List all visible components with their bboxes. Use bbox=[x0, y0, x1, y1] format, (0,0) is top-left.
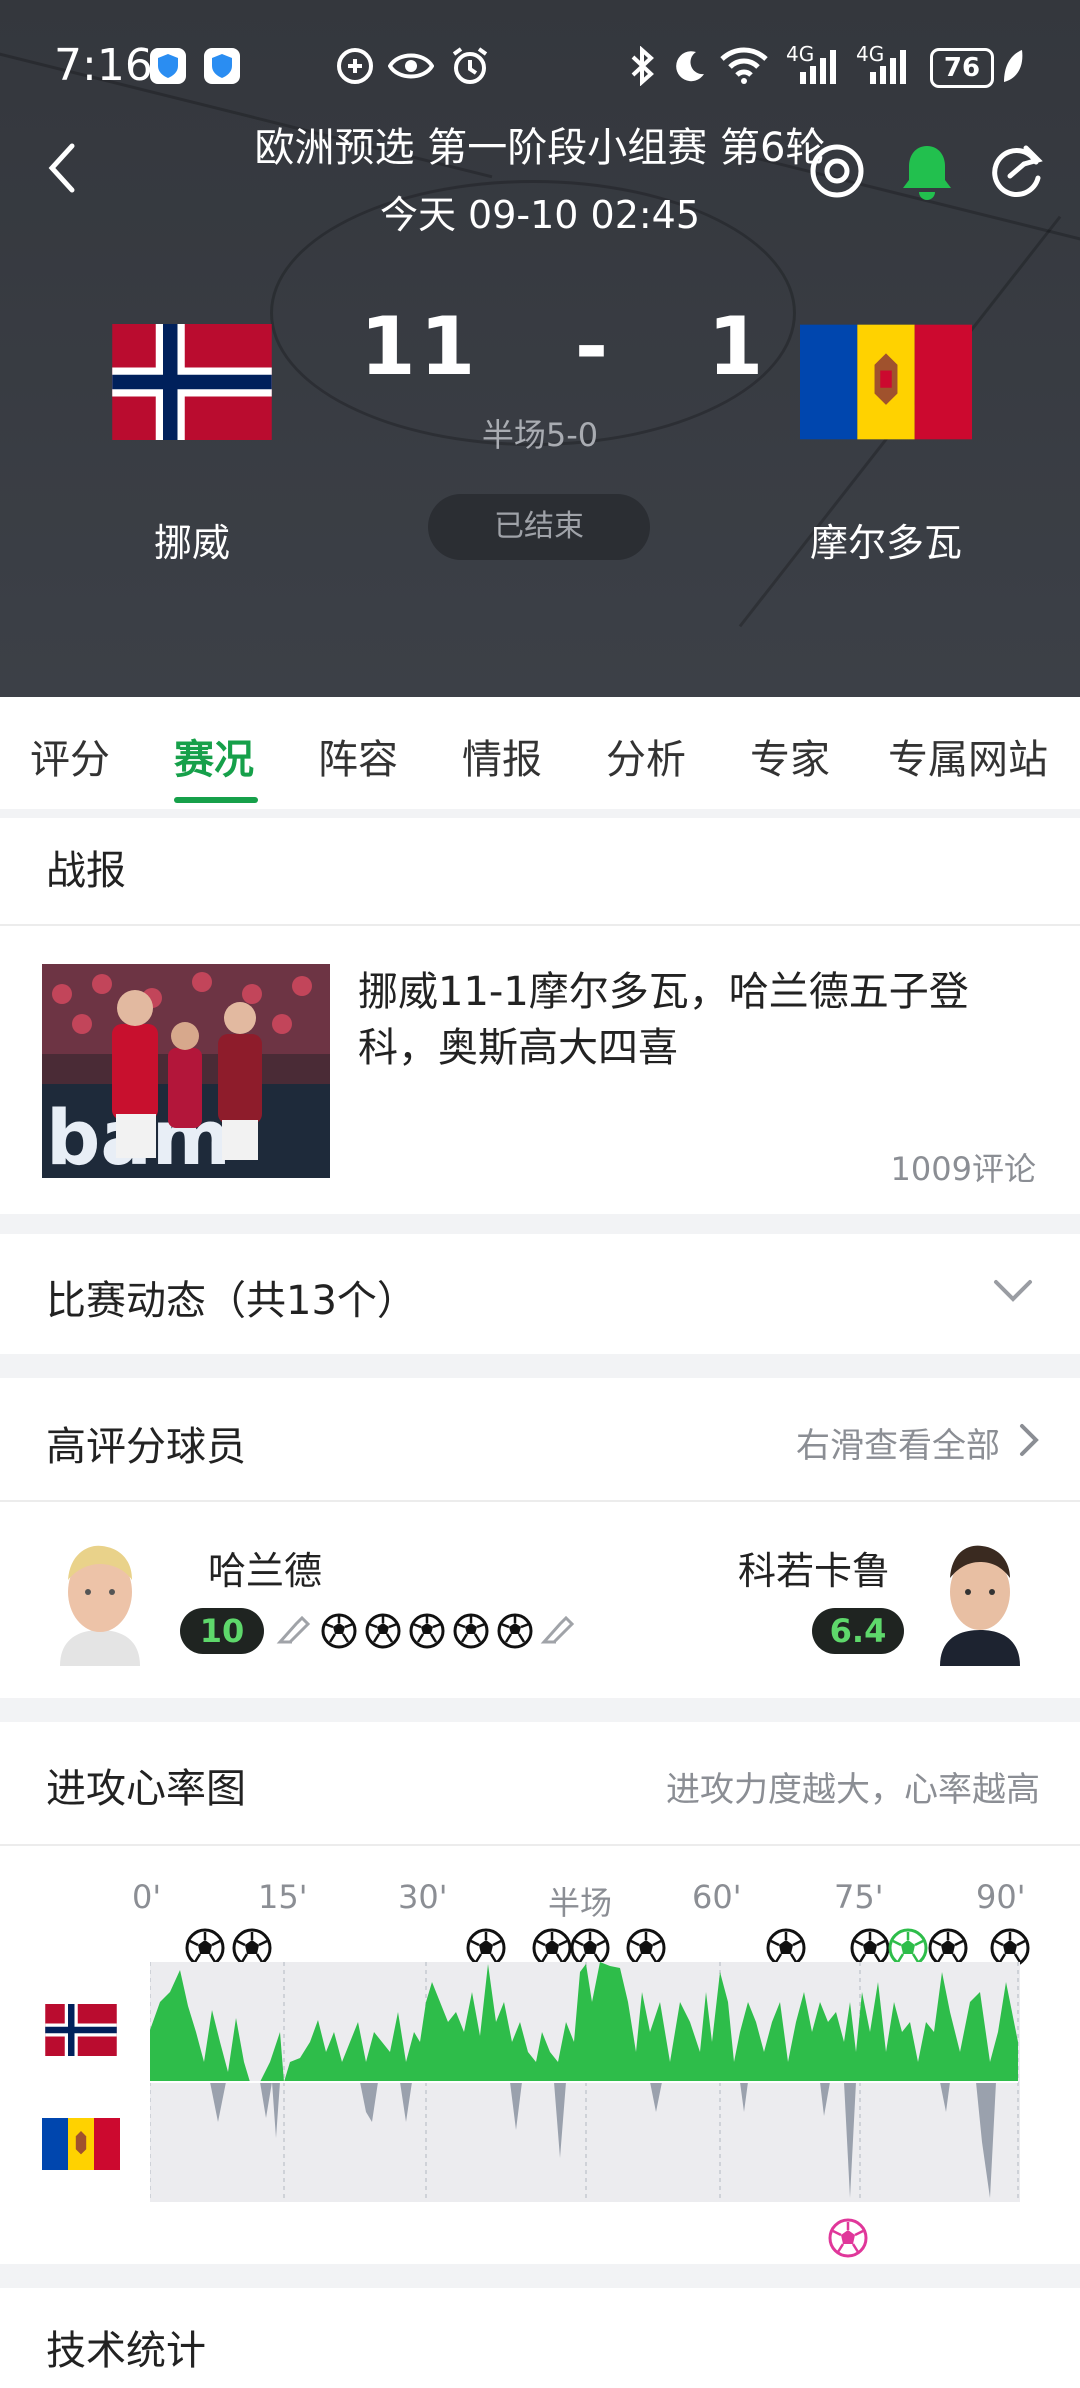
battery-icon: 76 bbox=[930, 48, 994, 88]
eye-icon bbox=[388, 46, 434, 86]
bluetooth-icon bbox=[630, 46, 656, 86]
comment-count[interactable]: 1009评论 bbox=[891, 1144, 1036, 1190]
home-player-name[interactable]: 哈兰德 bbox=[208, 1540, 322, 1595]
match-status-badge: 已结束 bbox=[428, 494, 650, 560]
top-players-card: 高评分球员 右滑查看全部 哈兰德 10 科若卡鲁 6.4 bbox=[0, 1378, 1080, 1698]
away-goal-marker bbox=[828, 2218, 868, 2258]
target-icon bbox=[810, 144, 864, 198]
away-player-avatar[interactable] bbox=[930, 1534, 1030, 1666]
minute-label: 30' bbox=[398, 1878, 448, 1916]
match-report-card: 战报 bam 挪威11-1摩尔多瓦，哈兰德五子登 科，奥斯高大四喜 1009评论 bbox=[0, 818, 1080, 1214]
chevron-right-icon bbox=[1018, 1422, 1040, 1462]
report-headline[interactable]: 挪威11-1摩尔多瓦，哈兰德五子登 科，奥斯高大四喜 bbox=[358, 964, 969, 1076]
active-tab-indicator bbox=[174, 797, 258, 803]
tab-lineup[interactable]: 阵容 bbox=[318, 727, 398, 785]
stats-card: 技术统计 bbox=[0, 2288, 1080, 2388]
minute-label: 15' bbox=[258, 1878, 308, 1916]
home-player-avatar[interactable] bbox=[50, 1534, 150, 1666]
minute-label: 60' bbox=[692, 1878, 742, 1916]
refresh-button[interactable] bbox=[986, 140, 1048, 202]
away-player-rating: 6.4 bbox=[812, 1608, 904, 1654]
tab-intel[interactable]: 情报 bbox=[462, 727, 542, 785]
match-events-toggle[interactable]: 比赛动态（共13个） bbox=[0, 1234, 1080, 1354]
home-team-name[interactable]: 挪威 bbox=[52, 512, 332, 567]
away-player-name[interactable]: 科若卡鲁 bbox=[738, 1540, 890, 1595]
bell-icon bbox=[903, 146, 951, 200]
wifi-icon bbox=[720, 46, 768, 86]
shield-icon bbox=[150, 46, 186, 86]
momentum-card: 进攻心率图 进攻力度越大，心率越高 0' 15' 30' 半场 60' 75' … bbox=[0, 1722, 1080, 2264]
tab-rating[interactable]: 评分 bbox=[30, 727, 110, 785]
boot-icon bbox=[276, 1615, 311, 1644]
divider bbox=[0, 924, 1080, 926]
stats-title: 技术统计 bbox=[46, 2328, 206, 2374]
home-flag-small bbox=[42, 2004, 120, 2056]
away-team-name[interactable]: 摩尔多瓦 bbox=[746, 512, 1026, 567]
goal-ball-icon bbox=[365, 1613, 401, 1649]
minute-label: 75' bbox=[834, 1878, 884, 1916]
momentum-hint: 进攻力度越大，心率越高 bbox=[666, 1770, 1040, 1810]
shield-icon bbox=[204, 46, 240, 86]
live-camera-button[interactable] bbox=[806, 140, 868, 202]
leaf-icon bbox=[1000, 46, 1026, 86]
status-time: 7:16 bbox=[54, 40, 153, 91]
match-header: 7:16 4G 4G 76 欧洲预选 第一阶段小组赛 第6轮 今天 09-10 … bbox=[0, 0, 1080, 697]
goal-ball-icon bbox=[321, 1613, 357, 1649]
match-events-title: 比赛动态（共13个） bbox=[46, 1278, 417, 1324]
vpn-icon bbox=[336, 46, 374, 86]
signal-icon: 4G bbox=[786, 42, 842, 86]
home-player-rating: 10 bbox=[180, 1608, 264, 1654]
top-players-title: 高评分球员 bbox=[46, 1424, 246, 1470]
tab-analysis[interactable]: 分析 bbox=[606, 727, 686, 785]
refresh-icon bbox=[992, 145, 1043, 197]
home-team-flag[interactable] bbox=[106, 324, 278, 440]
momentum-title: 进攻心率图 bbox=[46, 1766, 246, 1812]
goal-ball-icon bbox=[497, 1613, 533, 1649]
tab-bar: 评分 赛况 阵容 情报 分析 专家 专属网站 bbox=[0, 697, 1080, 809]
minute-label: 0' bbox=[132, 1878, 162, 1916]
status-bar: 7:16 4G 4G 76 bbox=[0, 0, 1080, 100]
view-all-link[interactable]: 右滑查看全部 bbox=[796, 1418, 1000, 1467]
divider bbox=[0, 1500, 1080, 1502]
momentum-chart[interactable] bbox=[150, 1962, 1020, 2202]
match-score: 11 - 1 bbox=[360, 300, 768, 393]
boot-icon bbox=[540, 1615, 575, 1644]
report-thumbnail[interactable]: bam bbox=[42, 964, 330, 1178]
alarm-icon bbox=[450, 46, 490, 86]
notify-button[interactable] bbox=[896, 140, 958, 202]
goal-ball-icon bbox=[409, 1613, 445, 1649]
report-section-title: 战报 bbox=[46, 848, 126, 894]
home-player-events bbox=[276, 1612, 578, 1650]
goal-ball-icon bbox=[453, 1613, 489, 1649]
tab-experts[interactable]: 专家 bbox=[750, 727, 830, 785]
tab-official-site[interactable]: 专属网站 bbox=[888, 727, 1048, 785]
half-time-score: 半场5-0 bbox=[481, 416, 599, 454]
battery-level: 76 bbox=[943, 53, 981, 83]
away-team-flag[interactable] bbox=[800, 324, 972, 440]
signal-icon: 4G bbox=[856, 42, 912, 86]
moon-icon bbox=[672, 46, 708, 86]
tab-live[interactable]: 赛况 bbox=[174, 727, 254, 785]
divider bbox=[0, 1844, 1080, 1846]
chevron-down-icon bbox=[992, 1278, 1034, 1308]
minute-label: 90' bbox=[976, 1878, 1026, 1916]
away-flag-small bbox=[42, 2118, 120, 2170]
